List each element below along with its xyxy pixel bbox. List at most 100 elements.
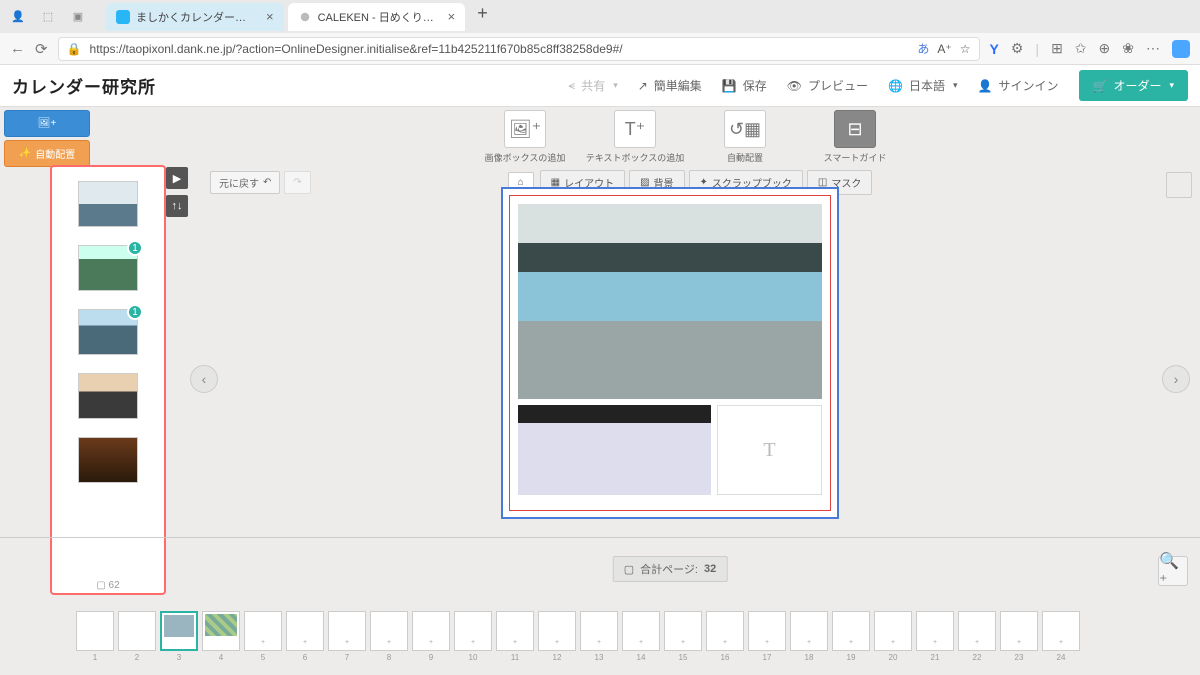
app-header: カレンダー研究所 ⪪共有 ↗簡単編集 💾保存 👁プレビュー 🌐日本語 👤サインイ… [0, 65, 1200, 107]
edit-icon: ↗ [638, 79, 648, 93]
filmstrip-page[interactable]: +20 [874, 611, 912, 667]
settings-icon[interactable]: ⚙ [1011, 40, 1024, 57]
tab-title: CALEKEN - 日めくりカレンダー# [318, 9, 438, 25]
image-library-panel[interactable]: 1 1 ▢ 62 [50, 165, 166, 595]
filmstrip-page[interactable]: +6 [286, 611, 324, 667]
wand-icon: ✨ [19, 148, 31, 159]
next-page-button[interactable]: › [1162, 365, 1190, 393]
filmstrip-page[interactable]: +10 [454, 611, 492, 667]
filmstrip-page[interactable]: 2 [118, 611, 156, 667]
filmstrip-page[interactable]: +8 [370, 611, 408, 667]
share-button[interactable]: ⪪共有 [568, 77, 617, 94]
prev-page-button[interactable]: ‹ [190, 365, 218, 393]
library-thumb[interactable]: 1 [78, 245, 138, 291]
window-icon[interactable]: ▣ [68, 7, 88, 27]
account-icon[interactable]: 👤 [8, 7, 28, 27]
url-text: https://taopixonl.dank.ne.jp/?action=Onl… [90, 42, 910, 56]
image-plus-icon: 🖼+ [38, 118, 57, 129]
browser-tab-1[interactable]: ましかくカレンダー（日めくり）- × [106, 3, 284, 31]
filmstrip-page[interactable]: +9 [412, 611, 450, 667]
add-text-box-tool[interactable]: T⁺テキストボックスの追加 [589, 110, 681, 164]
read-aloud-icon[interactable]: A⁺ [937, 42, 951, 56]
share-icon: ⪪ [568, 78, 575, 93]
filmstrip-page[interactable]: +17 [748, 611, 786, 667]
filmstrip-page[interactable]: +22 [958, 611, 996, 667]
library-thumb[interactable] [78, 437, 138, 483]
favicon-icon [298, 10, 312, 24]
filmstrip-page[interactable]: 1 [76, 611, 114, 667]
used-count-badge: 1 [127, 304, 143, 320]
filmstrip-page[interactable]: +18 [790, 611, 828, 667]
order-button[interactable]: 🛒オーダー [1079, 70, 1189, 101]
favicon-icon [116, 10, 130, 24]
add-image-box-tool[interactable]: 🖼⁺画像ボックスの追加 [479, 110, 571, 164]
filmstrip-page[interactable]: +23 [1000, 611, 1038, 667]
lock-icon: 🔒 [67, 42, 82, 56]
translate-icon[interactable]: あ [917, 40, 929, 57]
smart-guide-tool[interactable]: ⊟スマートガイド [809, 110, 901, 164]
preview-button[interactable]: 👁プレビュー [787, 77, 868, 94]
user-icon: 👤 [978, 79, 993, 93]
auto-layout-tool[interactable]: ↺▦自動配置 [699, 110, 791, 164]
filmstrip-page[interactable]: +15 [664, 611, 702, 667]
library-thumb[interactable] [78, 181, 138, 227]
auto-arrange-button[interactable]: ✨自動配置 [4, 140, 90, 167]
close-tab-icon[interactable]: × [448, 9, 456, 24]
page-filmstrip[interactable]: 1234+5+6+7+8+9+10+11+12+13+14+15+16+17+1… [76, 611, 1188, 667]
extension-icon[interactable]: ❀ [1122, 40, 1134, 57]
close-tab-icon[interactable]: × [266, 9, 274, 24]
globe-icon: 🌐 [888, 79, 903, 93]
filmstrip-page[interactable]: +11 [496, 611, 534, 667]
small-photo-slot[interactable] [518, 405, 711, 495]
text-placeholder[interactable]: T [717, 405, 822, 495]
save-icon: 💾 [722, 79, 737, 93]
cube-icon[interactable]: ⬚ [38, 7, 58, 27]
new-tab-button[interactable]: + [469, 3, 496, 31]
add-images-button[interactable]: 🖼+ [4, 110, 90, 137]
filmstrip-page[interactable]: +5 [244, 611, 282, 667]
main-photo-slot[interactable] [518, 204, 822, 399]
library-thumb[interactable] [78, 373, 138, 419]
filmstrip-page[interactable]: +7 [328, 611, 366, 667]
profile-icon[interactable] [1172, 40, 1190, 58]
simple-edit-button[interactable]: ↗簡単編集 [638, 77, 702, 94]
filmstrip-page[interactable]: +19 [832, 611, 870, 667]
page-canvas[interactable]: T [501, 187, 839, 519]
favorites-icon[interactable]: ✩ [1075, 40, 1087, 57]
filmstrip-page[interactable]: 4 [202, 611, 240, 667]
signin-button[interactable]: 👤サインイン [978, 77, 1059, 94]
filmstrip-page[interactable]: +14 [622, 611, 660, 667]
eye-icon: 👁 [787, 79, 802, 93]
right-panel-toggle[interactable] [1166, 172, 1192, 198]
refresh-button[interactable]: ⟳ [35, 40, 48, 58]
filmstrip-page[interactable]: 3 [160, 611, 198, 667]
app-logo[interactable]: カレンダー研究所 [12, 73, 156, 98]
browser-address-row: ← ⟳ 🔒 https://taopixonl.dank.ne.jp/?acti… [0, 33, 1200, 65]
filmstrip-page[interactable]: +21 [916, 611, 954, 667]
address-bar[interactable]: 🔒 https://taopixonl.dank.ne.jp/?action=O… [58, 37, 980, 61]
cart-icon: 🛒 [1093, 79, 1108, 93]
auto-layout-icon: ↺▦ [729, 119, 761, 140]
smart-guide-icon: ⊟ [847, 119, 862, 140]
filmstrip-page[interactable]: +16 [706, 611, 744, 667]
y-icon[interactable]: Y [990, 41, 999, 57]
text-box-icon: T⁺ [625, 119, 646, 140]
language-dropdown[interactable]: 🌐日本語 [888, 77, 958, 94]
panel-sort-icon[interactable]: ↑↓ [166, 195, 188, 217]
browser-tab-2[interactable]: CALEKEN - 日めくりカレンダー# × [288, 3, 466, 31]
collections-icon[interactable]: ⊕ [1099, 40, 1111, 57]
filmstrip-page[interactable]: +12 [538, 611, 576, 667]
tab-title: ましかくカレンダー（日めくり）- [136, 9, 256, 25]
filmstrip-page[interactable]: +24 [1042, 611, 1080, 667]
library-thumb[interactable]: 1 [78, 309, 138, 355]
used-count-badge: 1 [127, 240, 143, 256]
panel-collapse-icon[interactable]: ▶ [166, 167, 188, 189]
more-icon[interactable]: ⋯ [1146, 40, 1160, 57]
reader-icon[interactable]: ⊞ [1051, 40, 1063, 57]
image-box-icon: 🖼⁺ [509, 119, 541, 140]
browser-titlebar: 👤 ⬚ ▣ ましかくカレンダー（日めくり）- × CALEKEN - 日めくりカ… [0, 0, 1200, 33]
save-button[interactable]: 💾保存 [722, 77, 767, 94]
back-button[interactable]: ← [10, 40, 25, 57]
favorite-icon[interactable]: ☆ [960, 42, 971, 56]
filmstrip-page[interactable]: +13 [580, 611, 618, 667]
